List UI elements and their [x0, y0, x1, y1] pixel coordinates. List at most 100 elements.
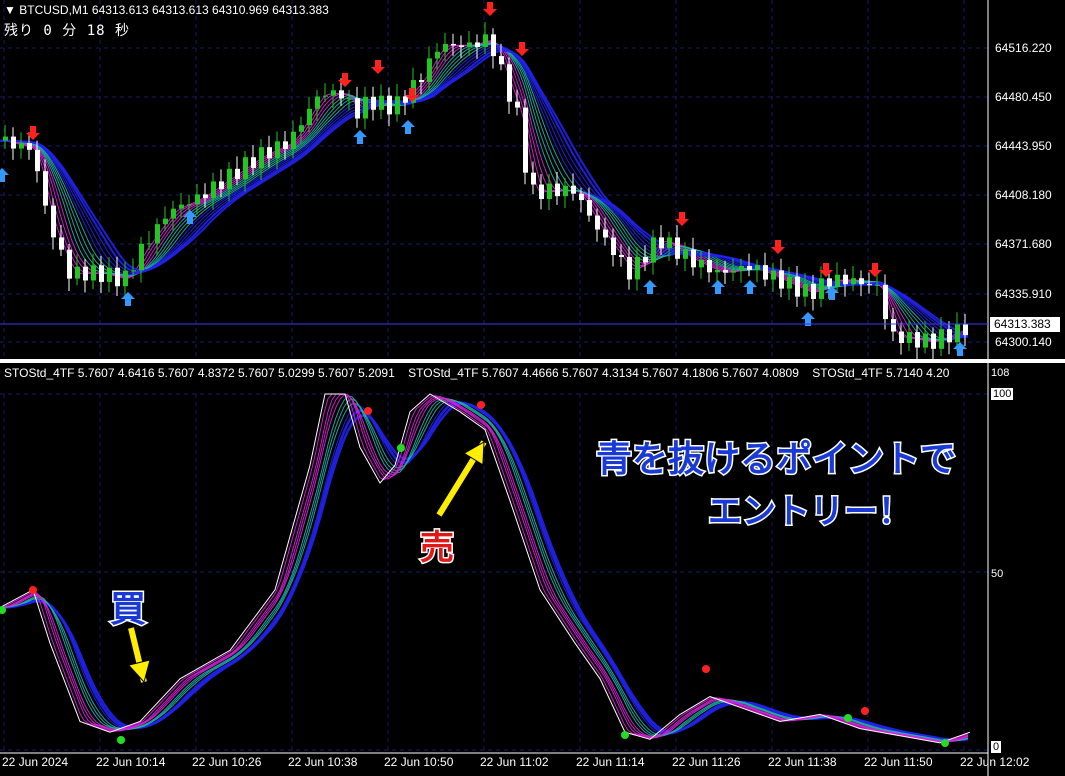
sell-signal-arrow-icon — [371, 60, 385, 74]
bear-candle — [723, 269, 728, 273]
bull-candle — [379, 95, 384, 110]
collapse-triangle-icon[interactable]: ▼ — [4, 3, 16, 17]
oversold-dot — [397, 444, 405, 452]
bull-candle — [19, 143, 24, 149]
candlesticks — [3, 22, 968, 362]
bear-candle — [515, 101, 520, 108]
bull-candle — [803, 283, 808, 297]
buy-signal-arrow-icon — [401, 120, 415, 134]
oversold-dot — [621, 731, 629, 739]
bear-candle — [555, 183, 560, 197]
time-label: 22 Jun 2024 — [2, 755, 69, 769]
bull-candle — [259, 147, 264, 169]
bear-candle — [811, 283, 816, 299]
indicator-values: STOStd_4TF 5.7607 4.4666 5.7607 4.3134 5… — [408, 366, 799, 380]
bull-candle — [755, 265, 760, 270]
sell-signal-arrow-icon — [675, 212, 689, 226]
indicator-header: STOStd_4TF 5.7607 4.6416 5.7607 4.8372 5… — [4, 366, 959, 380]
time-label: 22 Jun 12:02 — [960, 755, 1030, 769]
time-label: 22 Jun 11:38 — [768, 755, 837, 769]
bear-candle — [899, 331, 904, 344]
bull-candle — [771, 270, 776, 280]
bear-candle — [675, 237, 680, 259]
bear-candle — [571, 185, 576, 194]
bear-candle — [283, 141, 288, 150]
bear-candle — [859, 278, 864, 285]
bear-candle — [619, 255, 624, 257]
bear-candle — [691, 249, 696, 268]
bear-candle — [579, 193, 584, 201]
bull-candle — [923, 333, 928, 348]
bull-candle — [955, 323, 960, 343]
bear-candle — [531, 172, 536, 185]
bull-candle — [187, 204, 192, 206]
time-label: 22 Jun 11:26 — [672, 755, 741, 769]
bear-candle — [51, 205, 56, 238]
bear-candle — [603, 229, 608, 238]
bear-candle — [595, 215, 600, 230]
bear-candle — [587, 200, 592, 216]
bull-candle — [211, 181, 216, 199]
bull-candle — [107, 267, 112, 282]
bear-candle — [371, 96, 376, 110]
oversold-dot — [941, 739, 949, 747]
bull-candle — [123, 270, 128, 287]
bear-candle — [419, 80, 424, 82]
price-label: 64408.180 — [995, 188, 1052, 202]
bear-candle — [827, 278, 832, 287]
bull-candle — [275, 141, 280, 159]
bull-candle — [427, 58, 432, 82]
bull-candle — [243, 157, 248, 180]
bull-candle — [307, 108, 312, 126]
bull-candle — [195, 194, 200, 205]
bear-candle — [523, 107, 528, 173]
bull-candle — [315, 96, 320, 109]
bear-candle — [843, 274, 848, 285]
entry-annotation-line1: 青を抜けるポイントで — [594, 438, 957, 482]
bear-candle — [67, 249, 72, 279]
bull-candle — [907, 332, 912, 344]
bull-candle — [291, 131, 296, 150]
bull-candle — [683, 249, 688, 259]
price-label: 64516.220 — [995, 41, 1052, 55]
bear-candle — [235, 168, 240, 180]
bull-candle — [851, 278, 856, 285]
bear-candle — [451, 43, 456, 46]
bull-candle — [467, 42, 472, 47]
bear-candle — [891, 319, 896, 332]
time-label: 22 Jun 11:02 — [480, 755, 549, 769]
bear-candle — [611, 237, 616, 256]
overbought-dot — [364, 407, 372, 415]
time-label: 22 Jun 11:50 — [864, 755, 933, 769]
bull-candle — [875, 284, 880, 286]
buy-signal-arrow-icon — [711, 280, 725, 294]
bear-candle — [43, 171, 48, 206]
sell-annotation: 売 — [419, 527, 456, 570]
bull-candle — [171, 208, 176, 219]
current-price-tag: 64313.383 — [990, 317, 1060, 332]
buy-signal-arrow-icon — [643, 280, 657, 294]
bear-candle — [203, 194, 208, 199]
sell-signal-arrow-icon — [515, 42, 529, 56]
bull-candle — [363, 96, 368, 119]
bear-candle — [779, 270, 784, 289]
bear-candle — [403, 96, 408, 103]
chart-canvas[interactable] — [0, 0, 1065, 776]
overbought-dot — [861, 707, 869, 715]
bear-candle — [11, 136, 16, 149]
sell-signal-arrow-icon — [26, 126, 40, 140]
time-label: 22 Jun 10:26 — [192, 755, 262, 769]
bull-candle — [739, 265, 744, 271]
bull-candle — [547, 183, 552, 199]
time-label: 22 Jun 10:38 — [288, 755, 358, 769]
bull-candle — [651, 237, 656, 263]
bear-candle — [219, 181, 224, 190]
bear-candle — [355, 98, 360, 119]
time-label: 22 Jun 11:14 — [576, 755, 645, 769]
bear-candle — [251, 157, 256, 169]
indicator-values: STOStd_4TF 5.7140 4.20 — [812, 366, 950, 380]
overbought-dot — [29, 586, 37, 594]
bull-candle — [347, 98, 352, 100]
bull-candle — [395, 96, 400, 115]
bull-candle — [563, 185, 568, 197]
